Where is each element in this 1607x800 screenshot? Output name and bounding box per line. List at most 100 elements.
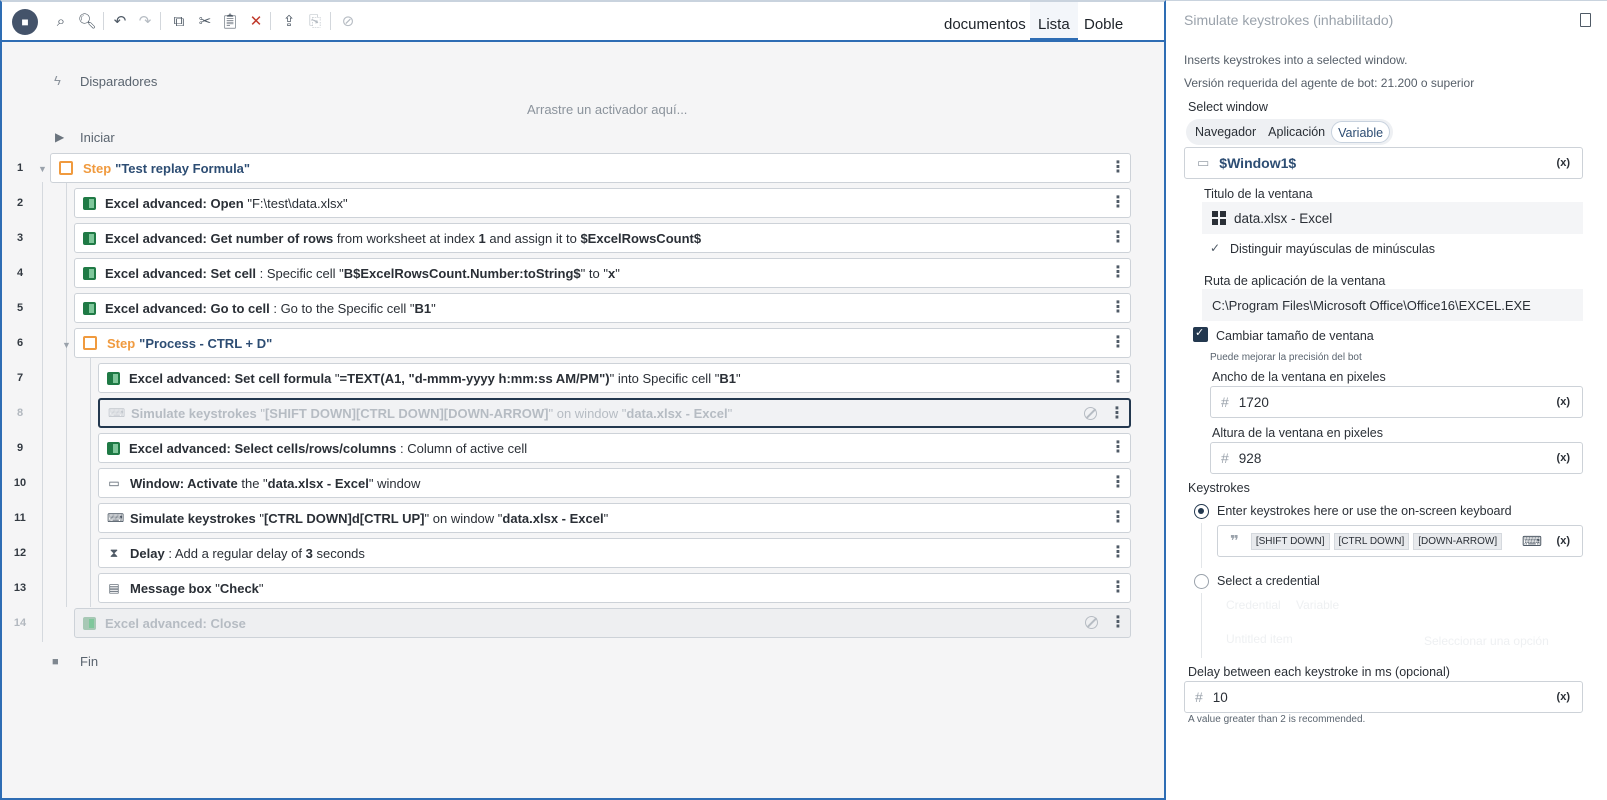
clipboard-icon: 📋︎ xyxy=(220,13,240,30)
option-variable[interactable]: Variable xyxy=(1331,121,1391,143)
line-number: 11 xyxy=(14,512,26,524)
more-options-icon[interactable]: ⋮ xyxy=(1110,264,1126,282)
more-options-icon[interactable]: ⋮ xyxy=(1110,614,1126,632)
tab-lista[interactable]: Lista xyxy=(1030,2,1078,40)
export-button[interactable]: ⇪ xyxy=(278,10,300,32)
document-icon[interactable] xyxy=(1580,13,1591,27)
action-text: " on window " xyxy=(424,510,503,526)
checkmark-icon: ✓ xyxy=(1210,241,1221,255)
more-options-icon[interactable]: ⋮ xyxy=(1110,159,1126,177)
line-number: 5 xyxy=(16,302,24,314)
width-field[interactable]: # 1720 (x) xyxy=(1210,386,1583,418)
tab-documentos[interactable]: documentos xyxy=(936,2,1034,40)
select-credential-radio[interactable] xyxy=(1194,574,1209,589)
paste-button[interactable]: 📋︎ xyxy=(219,10,241,32)
action-name: Simulate keystrokes xyxy=(130,510,256,526)
more-options-icon[interactable]: ⋮ xyxy=(1110,334,1126,352)
toolbar-divider xyxy=(103,12,104,30)
action-excel-select-cells[interactable]: Excel advanced: Select cells/rows/column… xyxy=(98,433,1131,463)
action-text: seconds xyxy=(312,545,365,561)
excel-icon xyxy=(83,196,96,210)
keystroke-chip[interactable]: [CTRL DOWN] xyxy=(1333,532,1410,550)
resize-window-checkbox[interactable] xyxy=(1193,326,1208,342)
more-options-icon[interactable]: ⋮ xyxy=(1110,579,1126,597)
action-delay[interactable]: ⧗ Delay : Add a regular delay of 3 secon… xyxy=(98,538,1131,568)
more-options-icon[interactable]: ⋮ xyxy=(1110,229,1126,247)
insert-variable-button[interactable]: (x) xyxy=(1557,452,1570,464)
action-text: " xyxy=(735,370,741,386)
keystroke-chip[interactable]: [SHIFT DOWN] xyxy=(1250,532,1330,550)
import-button[interactable]: ⎘ xyxy=(304,10,326,32)
undo-button[interactable]: ↶ xyxy=(109,10,131,32)
copy-button[interactable]: ⧉ xyxy=(168,10,190,32)
action-excel-close[interactable]: Excel advanced: Close ⋮ xyxy=(74,608,1131,638)
option-navegador[interactable]: Navegador xyxy=(1189,121,1262,143)
window-title-label: Titulo de la ventana xyxy=(1204,187,1313,201)
record-button[interactable]: ■ xyxy=(12,9,38,35)
delay-field[interactable]: # 10 (x) xyxy=(1184,681,1583,713)
credential-option-ghost: Seleccionar una opción xyxy=(1424,634,1549,648)
more-options-icon[interactable]: ⋮ xyxy=(1110,299,1126,317)
action-text: " xyxy=(211,580,220,596)
collapse-step-icon[interactable]: ▼ xyxy=(38,164,47,174)
insert-variable-button[interactable]: (x) xyxy=(1557,396,1570,408)
excel-icon xyxy=(83,301,96,315)
action-excel-set-cell[interactable]: Excel advanced: Set cell : Specific cell… xyxy=(74,258,1131,288)
collapse-step-icon[interactable]: ▼ xyxy=(62,340,71,350)
more-options-icon[interactable]: ⋮ xyxy=(1110,369,1126,387)
keyboard-icon[interactable]: ⌨ xyxy=(1522,533,1542,550)
resize-window-hint: Puede mejorar la precisión del bot xyxy=(1210,352,1362,363)
step-test-replay-formula[interactable]: Step "Test replay Formula" ⋮ xyxy=(50,153,1131,183)
action-param: [CTRL DOWN]d[CTRL UP] xyxy=(263,510,425,526)
keystroke-chip[interactable]: [DOWN-ARROW] xyxy=(1413,532,1503,550)
action-param: $ExcelRowsCount$ xyxy=(580,230,702,246)
more-options-icon[interactable]: ⋮ xyxy=(1110,544,1126,562)
action-excel-set-formula[interactable]: Excel advanced: Set cell formula " =TEXT(… xyxy=(98,363,1131,393)
action-excel-go-to-cell[interactable]: Excel advanced: Go to cell : Go to the S… xyxy=(74,293,1131,323)
more-options-icon[interactable]: ⋮ xyxy=(1109,405,1125,423)
insert-variable-button[interactable]: (x) xyxy=(1557,691,1570,703)
action-message-box[interactable]: ▤ Message box " Check " ⋮ xyxy=(98,573,1131,603)
disable-action-button[interactable]: ⊘ xyxy=(337,10,359,32)
action-name: Delay xyxy=(130,545,165,561)
step-keyword: Step xyxy=(83,160,112,176)
action-simulate-keystrokes[interactable]: ⌨ Simulate keystrokes " [CTRL DOWN]d[CTRL… xyxy=(98,503,1131,533)
select-credential-label: Select a credential xyxy=(1217,574,1320,588)
keystrokes-input[interactable]: ❞ [SHIFT DOWN] [CTRL DOWN] [DOWN-ARROW] … xyxy=(1217,525,1583,557)
tab-doble[interactable]: Doble xyxy=(1076,2,1131,40)
action-param: "F:\test\data.xlsx" xyxy=(247,195,348,211)
more-options-icon[interactable]: ⋮ xyxy=(1110,474,1126,492)
redo-button[interactable]: ↷ xyxy=(134,10,156,32)
enter-keystrokes-radio[interactable] xyxy=(1194,504,1209,519)
find-in-flow-button[interactable]: ⌕ xyxy=(50,10,72,32)
cut-button[interactable]: ✂ xyxy=(194,10,216,32)
video-camera-icon: ■ xyxy=(21,15,29,29)
scissors-icon: ✂ xyxy=(198,13,212,30)
search-button[interactable]: 🔍︎ xyxy=(76,10,98,32)
delete-button[interactable]: ✕ xyxy=(245,10,267,32)
action-excel-open[interactable]: Excel advanced: Open "F:\test\data.xlsx"… xyxy=(74,188,1131,218)
action-window-activate[interactable]: ▭ Window: Activate the " data.xlsx - Exce… xyxy=(98,468,1131,498)
line-number: 7 xyxy=(16,372,24,384)
more-options-icon[interactable]: ⋮ xyxy=(1110,194,1126,212)
excel-icon xyxy=(107,371,120,385)
more-options-icon[interactable]: ⋮ xyxy=(1110,439,1126,457)
step-name: "Test replay Formula" xyxy=(115,160,251,176)
action-param: 3 xyxy=(305,545,313,561)
action-text: " xyxy=(431,300,436,316)
editor-toolbar: ■ ⌕ 🔍︎ ↶ ↷ ⧉ ✂ 📋︎ ✕ ⇪ ⎘ ⊘ documentos Lis… xyxy=(2,2,1164,42)
height-field[interactable]: # 928 (x) xyxy=(1210,442,1583,474)
group-line xyxy=(1201,523,1202,568)
width-label: Ancho de la ventana en pixeles xyxy=(1212,370,1386,384)
action-excel-get-rows[interactable]: Excel advanced: Get number of rows from … xyxy=(74,223,1131,253)
step-name: "Process - CTRL + D" xyxy=(139,335,273,351)
option-aplicacion[interactable]: Aplicación xyxy=(1262,121,1331,143)
insert-variable-button[interactable]: (x) xyxy=(1557,157,1570,169)
step-process-ctrl-d[interactable]: Step "Process - CTRL + D" ⋮ xyxy=(74,328,1131,358)
trigger-drop-zone[interactable]: Arrastre un activador aquí... xyxy=(527,102,687,117)
window-title-value-box: data.xlsx - Excel xyxy=(1202,202,1583,234)
more-options-icon[interactable]: ⋮ xyxy=(1110,509,1126,527)
insert-variable-button[interactable]: (x) xyxy=(1557,535,1570,547)
window-variable-field[interactable]: ▭ $Window1$ (x) xyxy=(1184,147,1583,179)
action-simulate-keystrokes-selected[interactable]: ⌨ Simulate keystrokes " [SHIFT DOWN][CTRL… xyxy=(98,398,1131,428)
